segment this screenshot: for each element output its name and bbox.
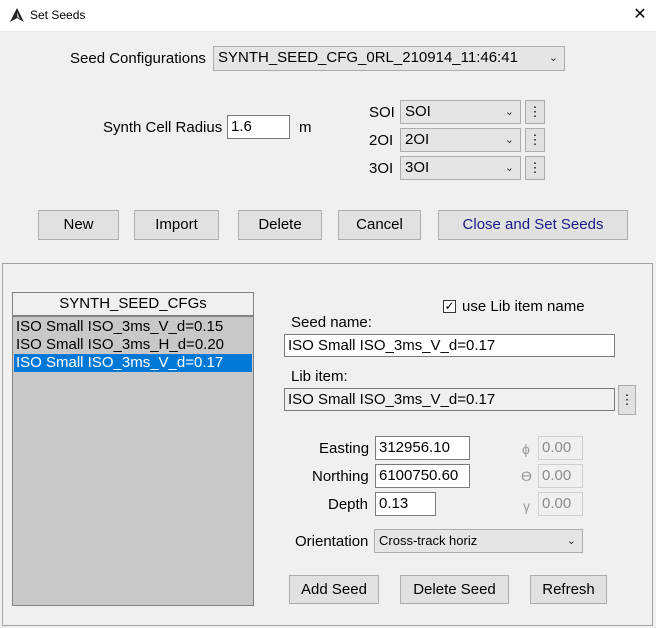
synth-cell-radius-input[interactable]: 1.6 — [227, 115, 290, 139]
seed-configuration-value: SYNTH_SEED_CFG_0RL_210914_11:46:41 — [218, 49, 518, 66]
2oi-dropdown[interactable]: 2OI ⌄ — [400, 128, 521, 152]
seed-name-label: Seed name: — [291, 314, 372, 331]
chevron-down-icon: ⌄ — [504, 106, 514, 118]
theta-input[interactable]: 0.00 — [538, 464, 583, 488]
theta-icon: ϴ — [521, 468, 532, 484]
orientation-dropdown[interactable]: Cross-track horiz ⌄ — [374, 529, 583, 553]
chevron-down-icon: ⌄ — [548, 52, 558, 64]
2oi-options-button[interactable]: ⋮ — [525, 128, 545, 152]
easting-input[interactable]: 312956.10 — [375, 436, 470, 460]
gamma-icon: γ — [523, 498, 530, 514]
delete-button[interactable]: Delete — [238, 210, 322, 240]
use-lib-item-checkbox[interactable]: ✓ — [443, 300, 456, 313]
delete-seed-button[interactable]: Delete Seed — [400, 575, 509, 604]
northing-input[interactable]: 6100750.60 — [375, 464, 470, 488]
lib-item-label: Lib item: — [291, 368, 348, 385]
3oi-dropdown[interactable]: 3OI ⌄ — [400, 156, 521, 180]
cancel-button[interactable]: Cancel — [338, 210, 421, 240]
soi-dropdown[interactable]: SOI ⌄ — [400, 100, 521, 124]
list-item-selected[interactable]: ISO Small ISO_3ms_V_d=0.17 — [14, 354, 252, 372]
seed-name-input[interactable]: ISO Small ISO_3ms_V_d=0.17 — [284, 334, 615, 357]
soi-label: SOI — [369, 104, 395, 121]
close-icon[interactable]: ✕ — [628, 4, 652, 26]
chevron-down-icon: ⌄ — [566, 535, 576, 547]
title-bar: Set Seeds ✕ — [0, 0, 656, 32]
app-logo-icon — [10, 8, 24, 22]
2oi-label: 2OI — [369, 132, 394, 149]
synth-cell-radius-label: Synth Cell Radius — [103, 119, 223, 136]
northing-label: Northing — [312, 468, 369, 485]
depth-label: Depth — [328, 496, 369, 513]
radius-unit-label: m — [299, 119, 312, 136]
orientation-value: Cross-track horiz — [379, 533, 478, 548]
2oi-value: 2OI — [405, 131, 430, 148]
seed-configuration-dropdown[interactable]: SYNTH_SEED_CFG_0RL_210914_11:46:41 ⌄ — [213, 46, 565, 71]
gamma-input[interactable]: 0.00 — [538, 492, 583, 516]
soi-value: SOI — [405, 103, 431, 120]
easting-label: Easting — [319, 440, 370, 457]
window-title: Set Seeds — [30, 8, 86, 22]
list-header: SYNTH_SEED_CFGs — [12, 292, 254, 316]
import-button[interactable]: Import — [134, 210, 219, 240]
3oi-value: 3OI — [405, 159, 430, 176]
list-item[interactable]: ISO Small ISO_3ms_V_d=0.15 — [14, 318, 252, 336]
orientation-label: Orientation — [295, 533, 369, 550]
check-icon: ✓ — [444, 299, 455, 313]
3oi-label: 3OI — [369, 160, 394, 177]
phi-input[interactable]: 0.00 — [538, 436, 583, 460]
use-lib-item-label: use Lib item name — [462, 298, 585, 315]
chevron-down-icon: ⌄ — [504, 162, 514, 174]
3oi-options-button[interactable]: ⋮ — [525, 156, 545, 180]
add-seed-button[interactable]: Add Seed — [289, 575, 379, 604]
lib-item-input[interactable]: ISO Small ISO_3ms_V_d=0.17 — [284, 388, 615, 411]
seed-config-list[interactable]: ISO Small ISO_3ms_V_d=0.15 ISO Small ISO… — [12, 316, 254, 606]
depth-input[interactable]: 0.13 — [375, 492, 436, 516]
new-button[interactable]: New — [38, 210, 119, 240]
list-item[interactable]: ISO Small ISO_3ms_H_d=0.20 — [14, 336, 252, 354]
lib-item-browse-button[interactable]: ⋮ — [618, 385, 636, 415]
phi-icon: ϕ — [522, 441, 530, 457]
close-and-set-seeds-button[interactable]: Close and Set Seeds — [438, 210, 628, 240]
seed-configurations-label: Seed Configurations — [70, 50, 206, 67]
soi-options-button[interactable]: ⋮ — [525, 100, 545, 124]
chevron-down-icon: ⌄ — [504, 134, 514, 146]
refresh-button[interactable]: Refresh — [530, 575, 607, 604]
